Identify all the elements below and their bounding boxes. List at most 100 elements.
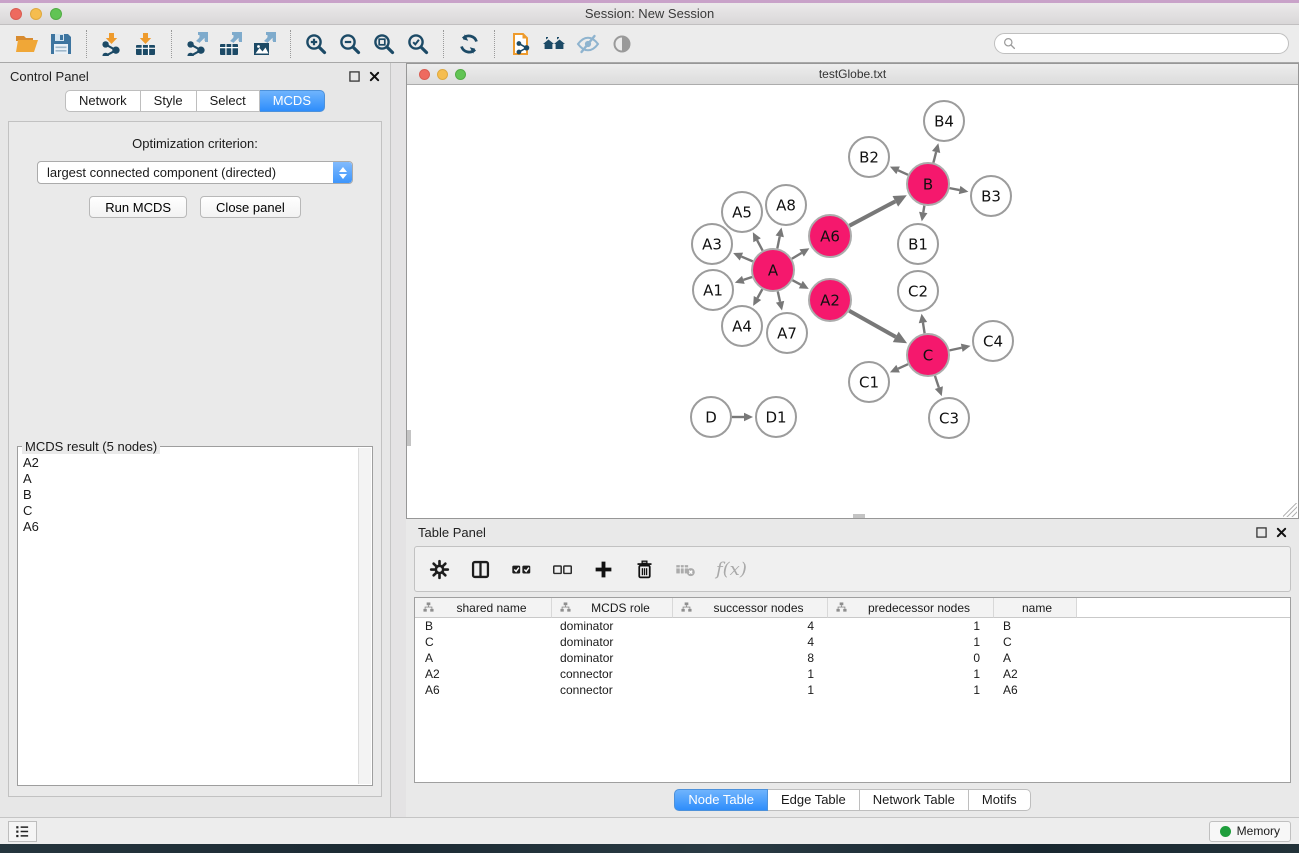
graph-node-C2[interactable]: C2 bbox=[898, 271, 938, 311]
import-table-icon[interactable] bbox=[131, 30, 161, 58]
table-settings-icon[interactable] bbox=[429, 559, 450, 580]
graph-node-A8[interactable]: A8 bbox=[766, 185, 806, 225]
first-neighbors-icon[interactable] bbox=[539, 30, 569, 58]
refresh-view-icon[interactable] bbox=[454, 30, 484, 58]
cell-MCDS-role[interactable]: dominator bbox=[552, 618, 673, 634]
graph-node-D[interactable]: D bbox=[691, 397, 731, 437]
edge-A-A6[interactable] bbox=[792, 248, 809, 258]
cell-name[interactable]: A2 bbox=[994, 666, 1077, 682]
export-table-icon[interactable] bbox=[216, 30, 246, 58]
criterion-select[interactable]: largest connected component (directed) bbox=[37, 161, 353, 184]
export-network-icon[interactable] bbox=[182, 30, 212, 58]
cell-successor-nodes[interactable]: 1 bbox=[673, 666, 828, 682]
select-all-icon[interactable] bbox=[511, 559, 532, 580]
cell-shared-name[interactable]: A2 bbox=[415, 666, 552, 682]
edge-A-A2[interactable] bbox=[792, 280, 808, 289]
edge-C-C3[interactable] bbox=[935, 376, 943, 396]
graph-node-A4[interactable]: A4 bbox=[722, 306, 762, 346]
network-canvas[interactable]: B4B2BB3A8A5A6B1A3AA1C2A2A4A7C4CC1C3DD1 bbox=[407, 85, 1298, 518]
bottom-splitter-handle[interactable] bbox=[853, 514, 865, 518]
table-row[interactable]: A6connector11A6 bbox=[415, 682, 1290, 698]
graph-node-B3[interactable]: B3 bbox=[971, 176, 1011, 216]
edge-A6-B[interactable] bbox=[849, 195, 906, 225]
edge-A-A1[interactable] bbox=[735, 276, 752, 284]
tab-node-table[interactable]: Node Table bbox=[674, 789, 768, 811]
show-graphics-details-icon[interactable] bbox=[607, 30, 637, 58]
network-graph[interactable]: B4B2BB3A8A5A6B1A3AA1C2A2A4A7C4CC1C3DD1 bbox=[407, 85, 1298, 518]
mcds-result-list[interactable]: A2ABCA6 bbox=[18, 447, 372, 537]
graph-node-A3[interactable]: A3 bbox=[692, 224, 732, 264]
cell-predecessor-nodes[interactable]: 0 bbox=[828, 650, 994, 666]
graph-node-A2[interactable]: A2 bbox=[809, 279, 851, 321]
cell-predecessor-nodes[interactable]: 1 bbox=[828, 682, 994, 698]
delete-selected-icon[interactable] bbox=[634, 559, 655, 580]
hide-panels-icon[interactable] bbox=[573, 30, 603, 58]
edge-D-D1[interactable] bbox=[732, 413, 753, 422]
mcds-result-item[interactable]: C bbox=[23, 503, 368, 519]
cell-successor-nodes[interactable]: 1 bbox=[673, 682, 828, 698]
graph-node-A6[interactable]: A6 bbox=[809, 215, 851, 257]
cell-predecessor-nodes[interactable]: 1 bbox=[828, 618, 994, 634]
mcds-result-item[interactable]: B bbox=[23, 487, 368, 503]
tab-motifs[interactable]: Motifs bbox=[969, 789, 1031, 811]
window-resize-grip[interactable] bbox=[1283, 503, 1297, 517]
column-header-successor-nodes[interactable]: successor nodes bbox=[673, 598, 828, 618]
tab-edge-table[interactable]: Edge Table bbox=[768, 789, 860, 811]
tab-mcds[interactable]: MCDS bbox=[260, 90, 325, 112]
edge-B-B4[interactable] bbox=[932, 143, 940, 162]
cell-name[interactable]: A6 bbox=[994, 682, 1077, 698]
cell-shared-name[interactable]: C bbox=[415, 634, 552, 650]
graph-node-C1[interactable]: C1 bbox=[849, 362, 889, 402]
edge-A-A7[interactable] bbox=[776, 291, 784, 310]
graph-node-A1[interactable]: A1 bbox=[693, 270, 733, 310]
zoom-in-icon[interactable] bbox=[301, 30, 331, 58]
graph-node-A7[interactable]: A7 bbox=[767, 313, 807, 353]
import-network-icon[interactable] bbox=[97, 30, 127, 58]
function-builder[interactable]: f(x) bbox=[716, 559, 747, 580]
cell-MCDS-role[interactable]: connector bbox=[552, 682, 673, 698]
close-panel-icon[interactable] bbox=[369, 71, 380, 82]
graph-node-B[interactable]: B bbox=[907, 163, 949, 205]
graph-node-B1[interactable]: B1 bbox=[898, 224, 938, 264]
close-window-button[interactable] bbox=[10, 8, 22, 20]
panel-divider[interactable] bbox=[391, 63, 406, 817]
float-table-panel-icon[interactable] bbox=[1256, 527, 1267, 538]
cell-predecessor-nodes[interactable]: 1 bbox=[828, 666, 994, 682]
clone-network-icon[interactable] bbox=[505, 30, 535, 58]
search-input[interactable] bbox=[1021, 37, 1280, 51]
edge-B-B3[interactable] bbox=[950, 186, 969, 194]
tab-network-table[interactable]: Network Table bbox=[860, 789, 969, 811]
zoom-fit-icon[interactable] bbox=[369, 30, 399, 58]
column-header-MCDS-role[interactable]: MCDS role bbox=[552, 598, 673, 618]
cell-name[interactable]: C bbox=[994, 634, 1077, 650]
graph-node-B4[interactable]: B4 bbox=[924, 101, 964, 141]
graph-node-A5[interactable]: A5 bbox=[722, 192, 762, 232]
run-mcds-button[interactable]: Run MCDS bbox=[89, 196, 187, 218]
cell-shared-name[interactable]: A bbox=[415, 650, 552, 666]
tab-style[interactable]: Style bbox=[141, 90, 197, 112]
zoom-selected-icon[interactable] bbox=[403, 30, 433, 58]
graph-node-C[interactable]: C bbox=[907, 334, 949, 376]
column-header-predecessor-nodes[interactable]: predecessor nodes bbox=[828, 598, 994, 618]
network-close-button[interactable] bbox=[419, 69, 430, 80]
zoom-window-button[interactable] bbox=[50, 8, 62, 20]
edge-C-C2[interactable] bbox=[919, 314, 927, 334]
column-header-name[interactable]: name bbox=[994, 598, 1077, 618]
memory-button[interactable]: Memory bbox=[1209, 821, 1291, 842]
tab-network[interactable]: Network bbox=[65, 90, 141, 112]
zoom-out-icon[interactable] bbox=[335, 30, 365, 58]
mcds-result-item[interactable]: A bbox=[23, 471, 368, 487]
result-scrollbar[interactable] bbox=[358, 448, 371, 784]
edge-A-A3[interactable] bbox=[733, 253, 753, 262]
close-table-panel-icon[interactable] bbox=[1276, 527, 1287, 538]
edge-A-A5[interactable] bbox=[753, 232, 763, 250]
cell-name[interactable]: B bbox=[994, 618, 1077, 634]
column-header-shared-name[interactable]: shared name bbox=[415, 598, 552, 618]
edge-A2-C[interactable] bbox=[849, 311, 907, 343]
edge-B-B1[interactable] bbox=[919, 206, 927, 222]
search-box[interactable] bbox=[994, 33, 1289, 54]
close-panel-button[interactable]: Close panel bbox=[200, 196, 301, 218]
tab-select[interactable]: Select bbox=[197, 90, 260, 112]
mcds-result-item[interactable]: A6 bbox=[23, 519, 368, 535]
cell-predecessor-nodes[interactable]: 1 bbox=[828, 634, 994, 650]
